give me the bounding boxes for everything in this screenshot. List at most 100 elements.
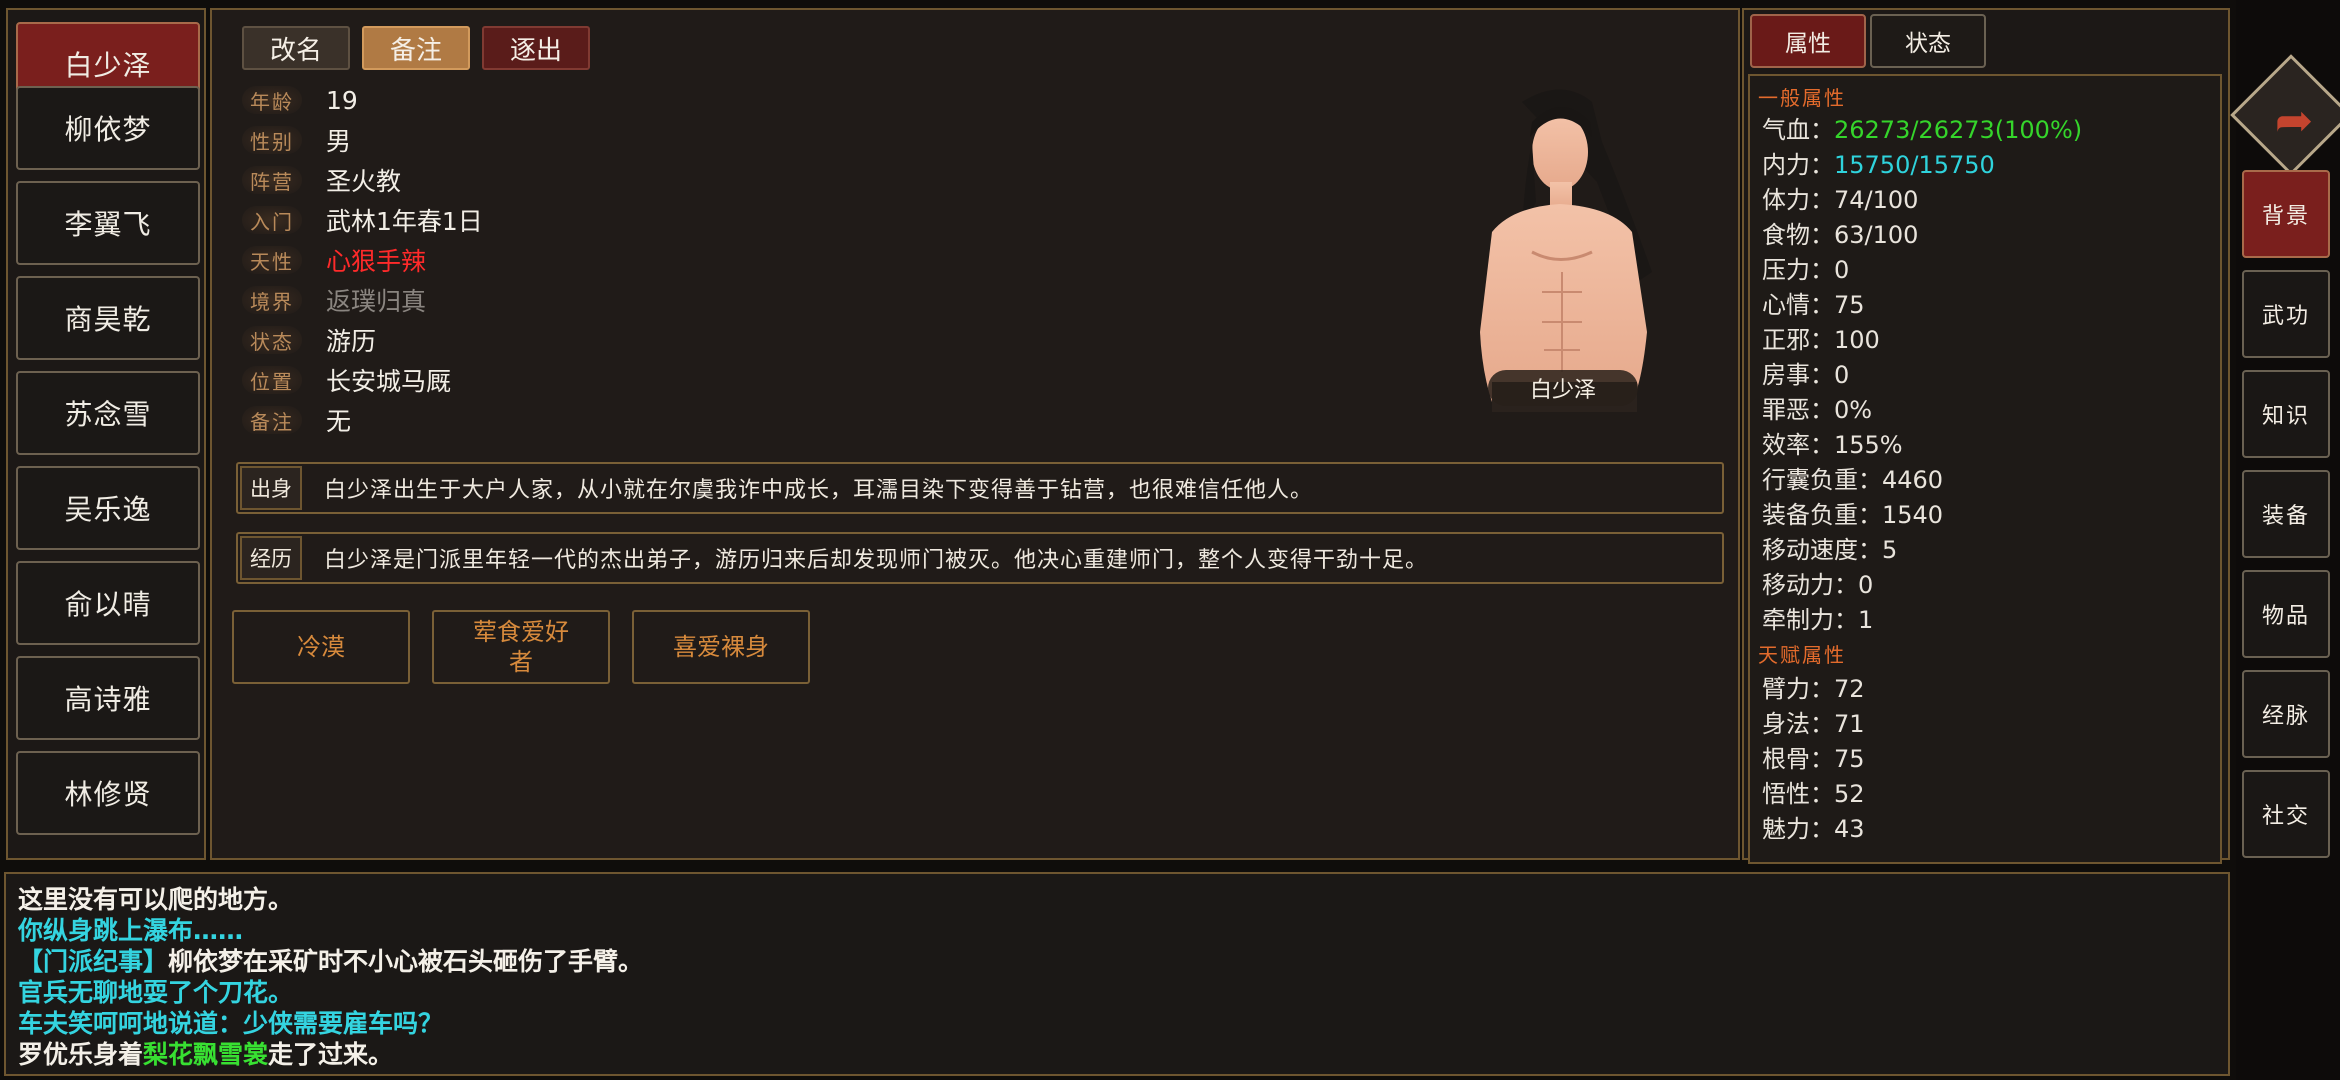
- stat-value: 72: [1834, 675, 1865, 703]
- stat-label: 悟性：: [1762, 780, 1834, 808]
- roster-name: 苏念雪: [64, 398, 152, 431]
- origin-tag: 出身: [240, 466, 302, 510]
- remark-button[interactable]: 备注: [362, 26, 470, 70]
- stat-row: 移动速度：5: [1762, 530, 1897, 565]
- roster-name: 柳依梦: [64, 113, 152, 146]
- profile-field-row: 位置 长安城马厩: [242, 362, 451, 398]
- stat-value: 0: [1858, 571, 1874, 599]
- trait-badge[interactable]: 喜爱裸身: [632, 610, 810, 684]
- stat-value: 0: [1834, 361, 1850, 389]
- field-label: 天性: [242, 246, 302, 274]
- roster-item[interactable]: 柳依梦: [16, 86, 200, 170]
- stat-row: 心情：75: [1762, 285, 1865, 320]
- field-value: 心狠手辣: [326, 247, 427, 276]
- stat-label: 房事：: [1762, 361, 1834, 389]
- profile-field-row: 境界 返璞归真: [242, 282, 426, 318]
- expel-button[interactable]: 逐出: [482, 26, 590, 70]
- stat-value: 71: [1834, 710, 1865, 738]
- profile-field-row: 天性 心狠手辣: [242, 242, 426, 278]
- tab-status[interactable]: 状态: [1870, 14, 1986, 68]
- nav-button[interactable]: 武功: [2242, 270, 2330, 358]
- tab-attributes[interactable]: 属性: [1750, 14, 1866, 68]
- nav-button[interactable]: 物品: [2242, 570, 2330, 658]
- field-value: 武林1年春1日: [326, 207, 483, 236]
- stat-label: 食物：: [1762, 221, 1834, 249]
- stat-row: 魅力：43: [1762, 809, 1865, 844]
- roster-item[interactable]: 高诗雅: [16, 656, 200, 740]
- nav-button[interactable]: 经脉: [2242, 670, 2330, 758]
- profile-field-row: 状态 游历: [242, 322, 376, 358]
- roster-item[interactable]: 商昊乾: [16, 276, 200, 360]
- stat-label: 移动速度：: [1762, 536, 1882, 564]
- stat-row: 身法：71: [1762, 704, 1865, 739]
- history-box: 经历 白少泽是门派里年轻一代的杰出弟子，游历归来后却发现师门被灭。他决心重建师门…: [236, 532, 1724, 584]
- disciple-roster: 白少泽 柳依梦 李翼飞 商昊乾 苏念雪 吴乐逸 俞以晴 高诗雅 林修贤: [6, 8, 206, 860]
- profile-field-row: 年龄 19: [242, 82, 358, 118]
- log-text: 官兵无聊地耍了个刀花。: [18, 978, 294, 1007]
- stat-row: 罪恶：0%: [1762, 390, 1872, 425]
- stat-value: 0%: [1834, 396, 1873, 424]
- roster-item[interactable]: 李翼飞: [16, 181, 200, 265]
- profile-field-row: 入门 武林1年春1日: [242, 202, 483, 238]
- field-value: 无: [326, 407, 352, 436]
- message-log: 这里没有可以爬的地方。 你纵身跳上瀑布…… 【门派纪事】柳依梦在采矿时不小心被石头砸…: [4, 872, 2230, 1076]
- stat-value: 26273/26273(100%): [1834, 116, 2083, 144]
- roster-item[interactable]: 吴乐逸: [16, 466, 200, 550]
- stat-value: 1: [1858, 606, 1874, 634]
- roster-item[interactable]: 俞以晴: [16, 561, 200, 645]
- field-label: 性别: [242, 126, 302, 154]
- field-value: 男: [326, 127, 352, 156]
- portrait-name-label: 白少泽: [1488, 370, 1638, 406]
- stats-panel: 属性 状态 一般属性 气血：26273/26273(100%) 内力：15750/…: [1742, 8, 2230, 864]
- roster-name: 吴乐逸: [64, 493, 152, 526]
- field-label: 状态: [242, 326, 302, 354]
- roster-name: 李翼飞: [64, 208, 152, 241]
- stat-label: 魅力：: [1762, 815, 1834, 843]
- stat-label: 心情：: [1762, 291, 1834, 319]
- nav-button[interactable]: 背景: [2242, 170, 2330, 258]
- stat-label: 体力：: [1762, 186, 1834, 214]
- field-value: 圣火教: [326, 167, 402, 196]
- stat-value: 74/100: [1834, 186, 1919, 214]
- stat-label: 装备负重：: [1762, 501, 1882, 529]
- log-text: 柳依梦在采矿时不小心被石头砸伤了手臂。: [168, 947, 644, 976]
- nav-button[interactable]: 社交: [2242, 770, 2330, 858]
- log-text: 这里没有可以爬的地方。: [18, 885, 294, 914]
- trait-badge[interactable]: 荤食爱好者: [432, 610, 610, 684]
- stat-label: 罪恶：: [1762, 396, 1834, 424]
- field-value: 游历: [326, 327, 377, 356]
- field-label: 年龄: [242, 86, 302, 114]
- nav-button[interactable]: 装备: [2242, 470, 2330, 558]
- profile-field-row: 性别男: [242, 122, 351, 158]
- stat-row: 内力：15750/15750: [1762, 145, 1995, 180]
- stat-value: 5: [1882, 536, 1898, 564]
- stat-label: 气血：: [1762, 116, 1834, 144]
- roster-name: 林修贤: [64, 778, 152, 811]
- stat-row: 臂力：72: [1762, 669, 1865, 704]
- log-text: 你纵身跳上瀑布……: [18, 916, 244, 945]
- stat-value: 43: [1834, 815, 1865, 843]
- rename-button[interactable]: 改名: [242, 26, 350, 70]
- stat-value: 4460: [1882, 466, 1944, 494]
- stat-label: 牵制力：: [1762, 606, 1858, 634]
- field-value: 19: [326, 85, 358, 115]
- log-text: 走了过来。: [268, 1040, 394, 1069]
- stat-value: 0: [1834, 256, 1850, 284]
- field-label: 阵营: [242, 166, 302, 194]
- roster-item[interactable]: 苏念雪: [16, 371, 200, 455]
- stat-value: 63/100: [1834, 221, 1919, 249]
- stat-label: 行囊负重：: [1762, 466, 1882, 494]
- stats-list[interactable]: 一般属性 气血：26273/26273(100%) 内力：15750/15750 体…: [1748, 74, 2222, 864]
- field-value: 长安城马厩: [326, 367, 452, 396]
- stat-value: 1540: [1882, 501, 1944, 529]
- field-label: 境界: [242, 286, 302, 314]
- stat-row: 气血：26273/26273(100%): [1762, 110, 2082, 145]
- stat-value: 100: [1834, 326, 1880, 354]
- stat-row: 正邪：100: [1762, 320, 1880, 355]
- stat-row: 食物：63/100: [1762, 215, 1918, 250]
- roster-item[interactable]: 林修贤: [16, 751, 200, 835]
- field-label: 位置: [242, 366, 302, 394]
- nav-button[interactable]: 知识: [2242, 370, 2330, 458]
- stat-value: 75: [1834, 291, 1865, 319]
- trait-badge[interactable]: 冷漠: [232, 610, 410, 684]
